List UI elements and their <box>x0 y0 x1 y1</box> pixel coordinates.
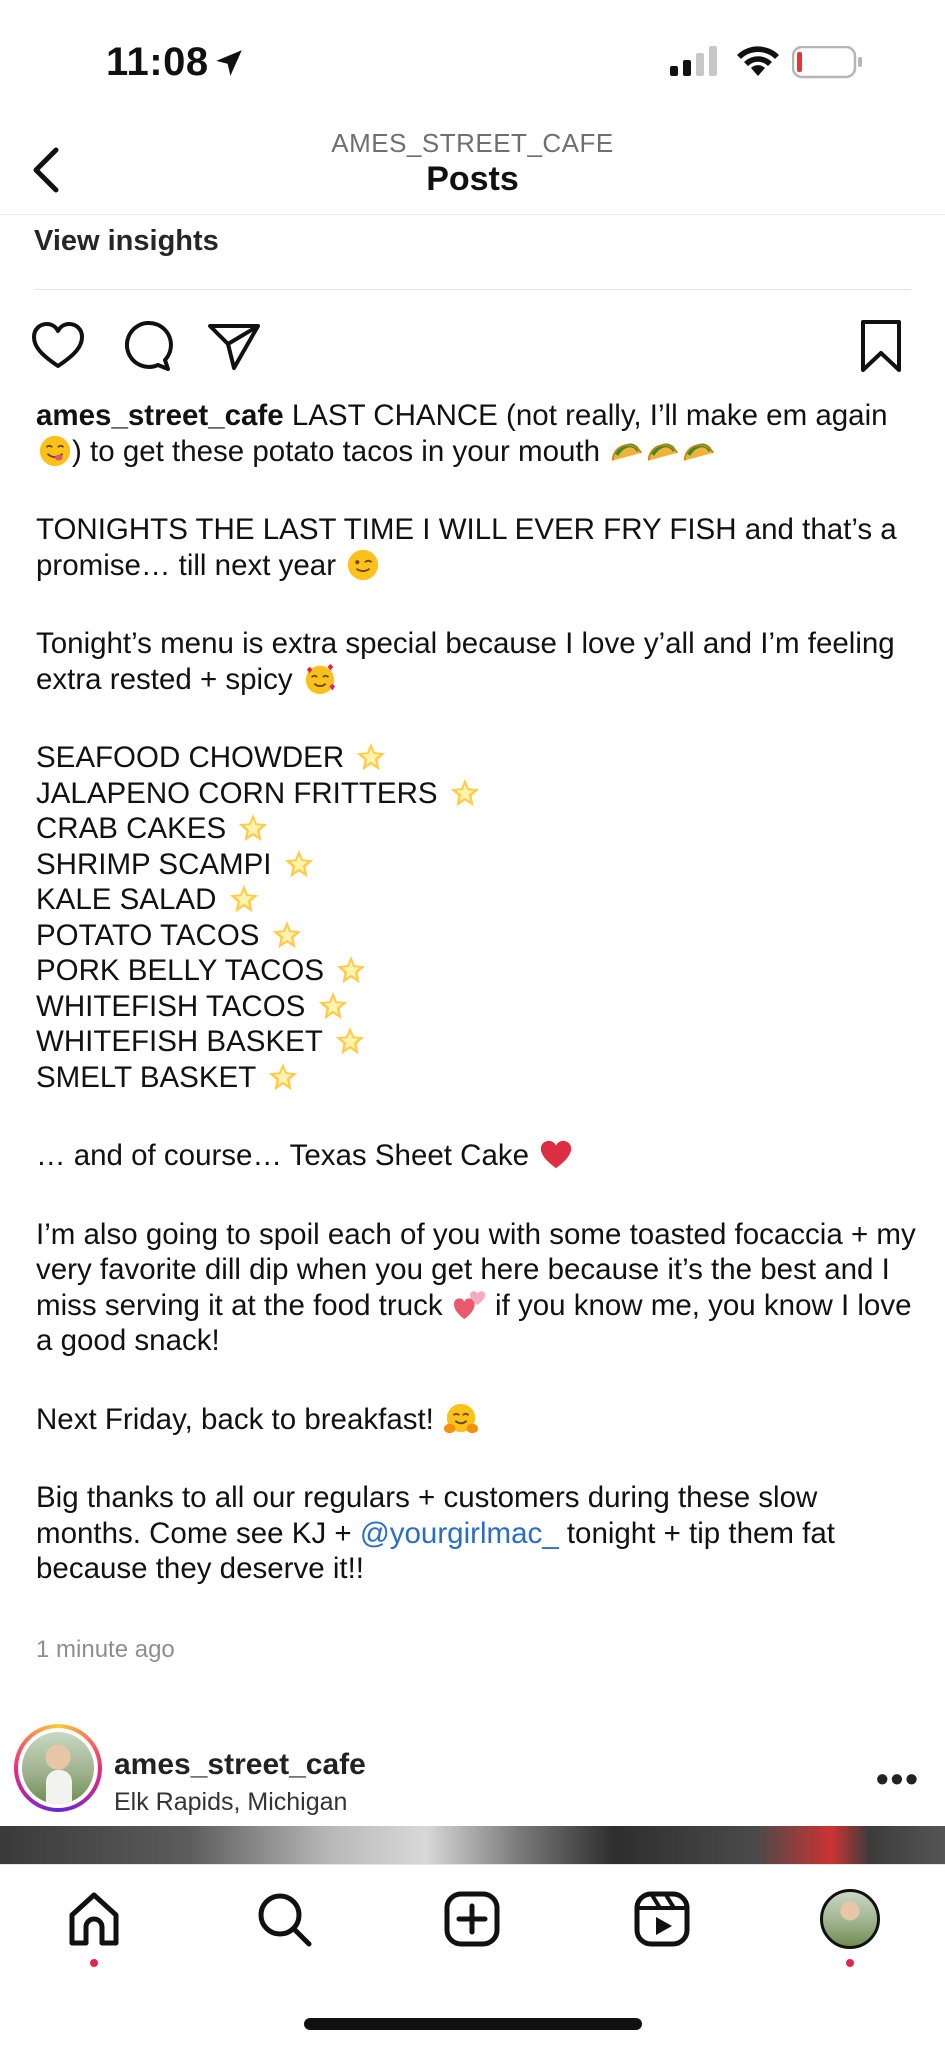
menu-item: CRAB CAKES <box>36 811 916 847</box>
red-heart-emoji-icon <box>541 1140 572 1169</box>
battery-icon <box>792 46 862 79</box>
menu-item-label: SHRIMP SCAMPI <box>36 847 272 881</box>
taco-emoji-icon <box>684 442 715 460</box>
notification-dot <box>90 1959 98 1967</box>
caption-username[interactable]: ames_street_cafe <box>36 399 284 432</box>
glowing-star-emoji-icon <box>229 884 258 913</box>
taco-emoji-icon <box>648 442 679 460</box>
taco-emoji-icon <box>612 442 643 460</box>
comment-bubble-icon[interactable] <box>118 318 174 374</box>
story-ring[interactable] <box>14 1724 102 1812</box>
caption-text: … and of course… Texas Sheet Cake <box>36 1139 538 1172</box>
mention-link[interactable]: @yourgirlmac_ <box>360 1517 559 1550</box>
glowing-star-emoji-icon <box>337 955 366 984</box>
glowing-star-emoji-icon <box>239 813 268 842</box>
search-icon[interactable] <box>254 1889 314 1949</box>
page-header: AMES_STREET_CAFE Posts <box>0 120 945 215</box>
profile-avatar-tab[interactable] <box>820 1889 880 1949</box>
like-heart-icon[interactable] <box>30 318 86 374</box>
share-paper-plane-icon[interactable] <box>206 318 262 374</box>
menu-item-label: PORK BELLY TACOS <box>36 954 325 987</box>
caption-paragraph: I’m also going to spoil each of you with… <box>36 1217 916 1359</box>
next-post-header: ames_street_cafe Elk Rapids, Michigan ••… <box>0 1718 945 1828</box>
caption-paragraph: ames_street_cafe LAST CHANCE (not really… <box>36 398 916 469</box>
caption-paragraph: Next Friday, back to breakfast! <box>36 1402 916 1438</box>
more-options-icon[interactable]: ••• <box>876 1758 920 1800</box>
menu-item: PORK BELLY TACOS <box>36 953 916 989</box>
page-title: Posts <box>426 160 519 198</box>
save-bookmark-icon[interactable] <box>858 318 904 374</box>
caption-text: TONIGHTS THE LAST TIME I WILL EVER FRY F… <box>36 513 897 582</box>
glowing-star-emoji-icon <box>450 778 479 806</box>
status-bar: 11:08 <box>0 0 945 120</box>
caption-text: LAST CHANCE (not really, I’ll make em ag… <box>283 399 888 432</box>
notification-dot <box>846 1959 854 1967</box>
menu-item-label: POTATO TACOS <box>36 918 260 952</box>
home-icon[interactable] <box>64 1889 124 1949</box>
glowing-star-emoji-icon <box>357 742 386 771</box>
glowing-star-emoji-icon <box>268 1062 298 1090</box>
menu-item: KALE SALAD <box>36 882 916 918</box>
avatar <box>22 1732 94 1804</box>
cellular-signal-icon <box>670 46 717 76</box>
wifi-icon <box>737 46 779 76</box>
caption-text: Tonight’s menu is extra special because … <box>36 627 895 696</box>
post-timestamp: 1 minute ago <box>36 1636 175 1663</box>
location-arrow-icon <box>216 50 242 76</box>
home-indicator <box>304 2018 642 2030</box>
hugging-emoji-icon <box>444 1403 479 1433</box>
smiling-hearts-emoji-icon <box>305 663 335 694</box>
menu-item: WHITEFISH TACOS <box>36 989 916 1025</box>
menu-item: SEAFOOD CHOWDER <box>36 740 916 776</box>
post-image-preview[interactable] <box>0 1826 945 1864</box>
caption-text: Next Friday, back to breakfast! <box>36 1402 443 1436</box>
menu-item-label: SMELT BASKET <box>36 1060 256 1094</box>
caption-paragraph: Big thanks to all our regulars + custome… <box>36 1480 916 1587</box>
glowing-star-emoji-icon <box>335 1026 364 1055</box>
two-hearts-emoji-icon <box>453 1290 485 1319</box>
menu-item: POTATO TACOS <box>36 918 916 954</box>
account-name: AMES_STREET_CAFE <box>331 128 614 158</box>
menu-item-label: KALE SALAD <box>36 883 217 916</box>
caption-paragraph: Tonight’s menu is extra special because … <box>36 626 916 697</box>
menu-item-label: WHITEFISH TACOS <box>36 989 306 1023</box>
caption-text: ) to get these potato tacos in your mout… <box>72 434 609 468</box>
menu-item: WHITEFISH BASKET <box>36 1024 916 1060</box>
status-time: 11:08 <box>106 40 209 84</box>
menu-item: SMELT BASKET <box>36 1060 916 1096</box>
post-caption: ames_street_cafe LAST CHANCE (not really… <box>36 398 916 1587</box>
glowing-star-emoji-icon <box>272 920 301 948</box>
wink-emoji-icon <box>348 549 379 580</box>
reels-icon[interactable] <box>632 1889 692 1949</box>
caption-paragraph: … and of course… Texas Sheet Cake <box>36 1138 916 1174</box>
menu-item-label: JALAPENO CORN FRITTERS <box>36 776 438 810</box>
create-post-icon[interactable] <box>442 1889 502 1949</box>
menu-item-label: SEAFOOD CHOWDER <box>36 741 345 774</box>
menu-item: SHRIMP SCAMPI <box>36 847 916 883</box>
menu-list: SEAFOOD CHOWDER JALAPENO CORN FRITTERS C… <box>36 740 916 1095</box>
post-author-username[interactable]: ames_street_cafe <box>114 1748 366 1782</box>
menu-item-label: CRAB CAKES <box>36 812 227 845</box>
divider <box>34 289 911 290</box>
caption-paragraph: TONIGHTS THE LAST TIME I WILL EVER FRY F… <box>36 512 916 583</box>
glowing-star-emoji-icon <box>284 849 313 877</box>
glowing-star-emoji-icon <box>318 991 347 1019</box>
post-location[interactable]: Elk Rapids, Michigan <box>114 1788 347 1817</box>
menu-item: JALAPENO CORN FRITTERS <box>36 776 916 812</box>
view-insights-link[interactable]: View insights <box>34 225 219 258</box>
yum-emoji-icon <box>39 435 71 466</box>
menu-item-label: WHITEFISH BASKET <box>36 1025 323 1058</box>
